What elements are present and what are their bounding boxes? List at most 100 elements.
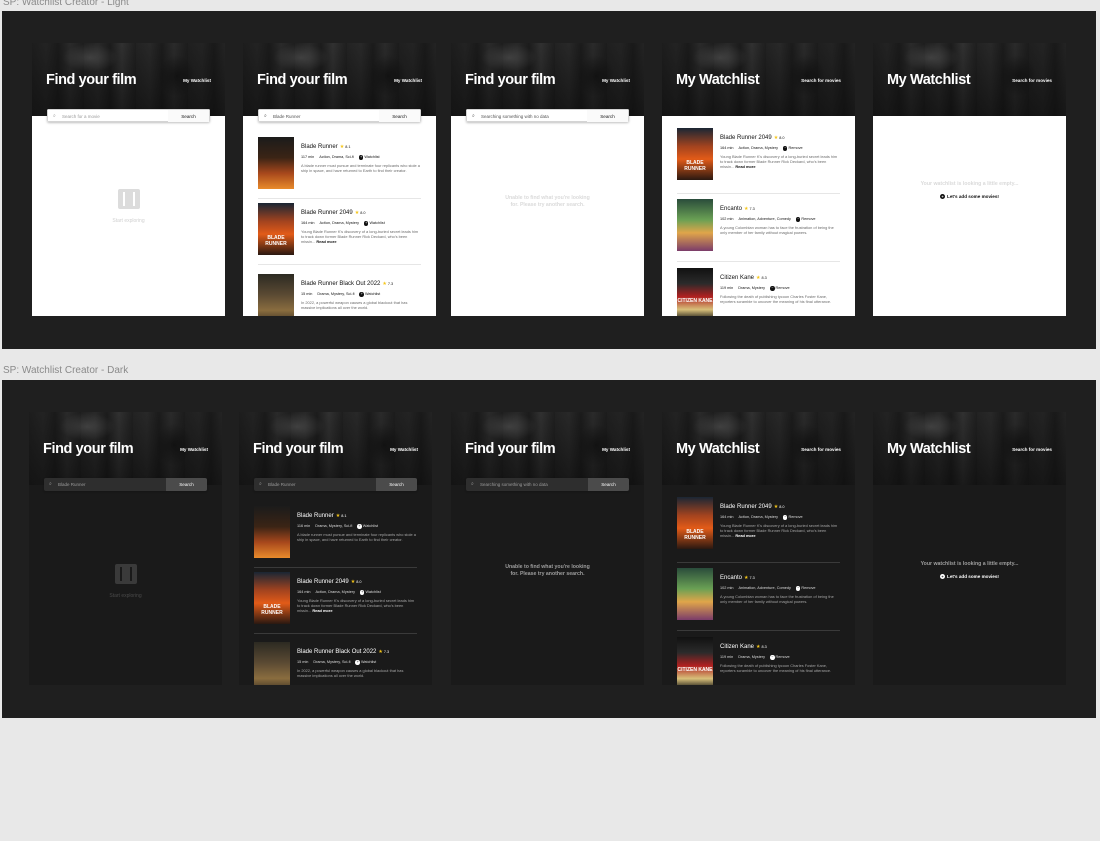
movie-description: Following the death of publishing tycoon… (720, 663, 832, 673)
add-watchlist-button[interactable]: + Watchlist (359, 292, 385, 297)
film-icon (117, 189, 140, 209)
search-button[interactable]: Search (168, 109, 210, 122)
frame-light: Find your film My Watchlist ⌕ Search for … (2, 11, 1096, 349)
star-icon: ★ (744, 575, 749, 581)
search-movies-link[interactable]: Search for movies (801, 78, 841, 83)
screen-watchlist-empty: My Watchlist Search for movies Your watc… (873, 43, 1066, 316)
remove-button[interactable]: − Remove (795, 217, 821, 222)
search-input[interactable]: ⌕ Searching something with no data (466, 478, 588, 491)
read-more-link[interactable]: Read more (735, 533, 755, 538)
add-watchlist-button[interactable]: + Watchlist (363, 221, 390, 226)
movie-description: Young Blade Runner K's discovery of a lo… (297, 598, 415, 613)
page-title: Find your film (43, 441, 134, 457)
movie-meta: 15 min Drama, Mystery, Sci-fi + Watchlist (297, 660, 386, 665)
remove-button[interactable]: − Remove (770, 655, 795, 660)
movie-description: In 2022, a powerful weapon causes a glob… (301, 300, 408, 310)
remove-button[interactable]: − Remove (782, 146, 808, 151)
movie-item: BLADE RUNNER Blade Runner 2049 ★8.0 164 m… (258, 203, 421, 263)
add-watchlist-button[interactable]: + Watchlist (358, 155, 385, 160)
movie-title: Blade Runner 2049 ★8.0 (297, 579, 362, 585)
search-button[interactable]: Search (588, 478, 629, 491)
star-icon: ★ (773, 504, 779, 510)
read-more-link[interactable]: Read more (316, 239, 336, 244)
movie-poster (258, 137, 294, 189)
search-button[interactable]: Search (166, 478, 207, 491)
movie-item: CITIZEN KANE Citizen Kane ★8.3 119 min Dra… (677, 637, 840, 685)
movie-description: Young Blade Runner K's discovery of a lo… (720, 523, 838, 538)
my-watchlist-link[interactable]: My Watchlist (183, 78, 211, 83)
divider (677, 193, 840, 194)
movie-poster: CITIZEN KANE (677, 268, 713, 316)
movie-item: Blade Runner ★8.1 117 min Action, Drama, S… (258, 137, 421, 197)
movie-item: BLADE RUNNER Blade Runner 2049 ★8.0 164 m… (254, 572, 417, 632)
movie-description: A young Colombian woman has to face the … (720, 225, 834, 235)
search-bar: ⌕ Search for a movie Search (47, 109, 210, 122)
remove-button[interactable]: − Remove (770, 286, 795, 291)
star-icon: ★ (744, 206, 749, 212)
plus-circle-icon: + (357, 524, 362, 529)
screen-watchlist: My Watchlist Search for movies BLADE RUN… (662, 412, 855, 685)
search-movies-link[interactable]: Search for movies (1012, 447, 1052, 452)
star-icon: ★ (756, 644, 761, 650)
movie-item: Encanto ★7.3 102 min Animation, Adventure,… (677, 199, 840, 259)
movie-description: Following the death of publishing tycoon… (720, 294, 832, 304)
movie-title: Encanto ★7.3 (720, 575, 755, 581)
read-more-link[interactable]: Read more (735, 164, 755, 169)
minus-circle-icon: − (795, 217, 801, 222)
movie-poster (254, 506, 290, 558)
plus-circle-icon: + (359, 292, 364, 297)
search-input[interactable]: ⌕ Blade Runner (44, 478, 166, 491)
my-watchlist-link[interactable]: My Watchlist (602, 78, 630, 83)
search-input[interactable]: ⌕ Blade Runner (254, 478, 376, 491)
screen-search-empty: Find your film My Watchlist ⌕ Blade Runne… (29, 412, 222, 685)
remove-button[interactable]: − Remove (795, 586, 821, 591)
movie-description: Young Blade Runner K's discovery of a lo… (301, 229, 419, 244)
movie-poster (254, 642, 290, 685)
page-title: Find your film (46, 72, 137, 88)
my-watchlist-link[interactable]: My Watchlist (390, 447, 418, 452)
search-bar: ⌕ Blade Runner Search (44, 478, 207, 491)
search-button[interactable]: Search (379, 109, 421, 122)
watchlist-empty-message: Your watchlist is looking a little empty… (920, 181, 1019, 187)
empty-state: Start exploring (32, 189, 225, 224)
search-button[interactable]: Search (376, 478, 417, 491)
minus-circle-icon: − (782, 146, 788, 151)
search-input[interactable]: ⌕ Blade Runner (258, 109, 380, 122)
my-watchlist-link[interactable]: My Watchlist (180, 447, 208, 452)
star-icon: ★ (378, 649, 383, 655)
search-movies-link[interactable]: Search for movies (1012, 78, 1052, 83)
remove-button[interactable]: − Remove (782, 515, 808, 520)
movie-description: Young Blade Runner K's discovery of a lo… (720, 154, 838, 169)
search-movies-link[interactable]: Search for movies (801, 447, 841, 452)
minus-circle-icon: − (770, 655, 775, 660)
add-watchlist-button[interactable]: + Watchlist (359, 590, 386, 595)
search-input[interactable]: ⌕ Searching something with no data (466, 109, 588, 122)
movie-title: Blade Runner 2049 ★8.0 (720, 504, 785, 510)
search-icon: ⌕ (471, 481, 474, 487)
add-movies-link[interactable]: + Let's add some movies! (873, 574, 1066, 580)
divider (258, 264, 421, 265)
search-input[interactable]: ⌕ Search for a movie (47, 109, 169, 122)
my-watchlist-link[interactable]: My Watchlist (394, 78, 422, 83)
add-movies-link[interactable]: + Let's add some movies! (873, 194, 1066, 200)
plus-circle-icon: + (355, 660, 360, 665)
no-results-message: Unable to find what you're looking for. … (505, 564, 590, 577)
add-watchlist-button[interactable]: + Watchlist (355, 660, 381, 665)
movie-item: BLADE RUNNER Blade Runner 2049 ★8.0 164 m… (677, 128, 840, 188)
search-bar: ⌕ Searching something with no data Search (466, 109, 629, 122)
frame-label-dark: SP: Watchlist Creator - Dark (3, 365, 129, 376)
page-title: My Watchlist (676, 72, 760, 88)
my-watchlist-link[interactable]: My Watchlist (602, 447, 630, 452)
minus-circle-icon: − (770, 286, 775, 291)
search-button[interactable]: Search (587, 109, 629, 122)
star-icon: ★ (773, 135, 779, 141)
empty-text: Start exploring (112, 218, 145, 224)
add-watchlist-button[interactable]: + Watchlist (357, 524, 383, 529)
search-icon: ⌕ (49, 481, 52, 487)
plus-circle-icon: + (363, 221, 369, 226)
minus-circle-icon: − (782, 515, 788, 520)
movie-meta: 102 min Animation, Adventure, Comedy − Remo… (720, 586, 826, 591)
movie-meta: 164 min Action, Drama, Mystery − Remove (720, 515, 813, 520)
minus-circle-icon: − (795, 586, 801, 591)
read-more-link[interactable]: Read more (312, 608, 332, 613)
